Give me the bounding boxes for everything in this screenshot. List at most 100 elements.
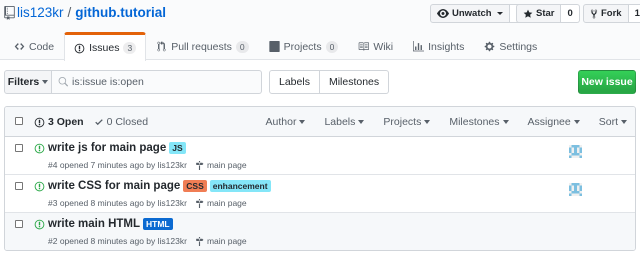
issue-row: write js for main page JS #4 opened 7 mi… [5, 137, 635, 175]
issue-title-line: write CSS for main page CSS enhancement [48, 180, 271, 192]
issue-opened-info: #2 opened 8 minutes ago by lis123kr [48, 236, 187, 246]
repo-icon [4, 5, 15, 20]
assignee-avatar[interactable] [569, 145, 582, 158]
unwatch-label: Unwatch [452, 8, 492, 19]
issue-opened-info: #4 opened 7 minutes ago by lis123kr [48, 160, 187, 170]
fork-button[interactable]: Fork [583, 4, 629, 23]
star-label: Star [536, 8, 555, 19]
select-all-checkbox[interactable] [15, 117, 23, 125]
filter-label: Labels [324, 116, 356, 128]
chevron-down-icon [573, 120, 580, 124]
star-button-group: Star 0 [516, 4, 580, 23]
issue-label[interactable]: HTML [143, 218, 173, 230]
issue-title-link[interactable]: write js for main page [48, 142, 166, 154]
eye-icon [437, 9, 449, 18]
issue-milestone-link[interactable]: main page [195, 236, 247, 246]
labels-filter[interactable]: Labels [324, 116, 365, 128]
code-icon [14, 43, 25, 50]
milestone-icon [196, 160, 204, 170]
issue-title-line: write js for main page JS [48, 142, 186, 154]
assignee-filter[interactable]: Assignee [528, 116, 580, 128]
issue-title-link[interactable]: write main HTML [48, 218, 140, 230]
issue-label[interactable]: JS [169, 142, 186, 154]
issue-label[interactable]: enhancement [209, 180, 271, 192]
closed-count-label: 0 Closed [106, 116, 149, 128]
issue-title-link[interactable]: write CSS for main page [48, 180, 180, 192]
filter-menus: Author Labels Projects Milestones Assign… [266, 107, 627, 137]
repo-title: lis123kr / github.tutorial [4, 5, 166, 20]
tab-insights[interactable]: Insights [403, 32, 474, 60]
open-issues-link[interactable]: 3 Open [34, 116, 84, 128]
milestone-icon [196, 236, 204, 246]
tab-label: Code [29, 40, 55, 53]
issue-row: write CSS for main page CSS enhancement … [5, 175, 635, 213]
issue-title-line: write main HTML HTML [48, 218, 173, 230]
tab-projects[interactable]: Projects 0 [259, 32, 349, 60]
filters-dropdown-button[interactable]: Filters [4, 70, 52, 94]
unwatch-button[interactable]: Unwatch [430, 4, 510, 23]
tab-label: Projects [283, 40, 322, 53]
issue-opened-icon [34, 117, 45, 127]
tab-label: Settings [499, 40, 538, 53]
chevron-down-icon [621, 120, 627, 124]
tab-settings[interactable]: Settings [474, 32, 547, 60]
issue-checkbox[interactable] [15, 144, 23, 152]
gear-icon [485, 41, 495, 52]
chevron-down-icon [496, 12, 503, 15]
book-icon [359, 42, 370, 51]
labels-milestones-group: Labels Milestones [269, 70, 390, 94]
author-filter[interactable]: Author [266, 116, 306, 128]
search-input[interactable] [72, 76, 252, 88]
issues-counter: 3 [123, 42, 137, 54]
tab-wiki[interactable]: Wiki [348, 32, 403, 60]
forks-count[interactable]: 1 [628, 4, 640, 23]
tab-code[interactable]: Code [4, 32, 64, 60]
star-icon [523, 9, 533, 18]
repo-nav-tabs: Code Issues 3 Pull requests 0 Projects 0… [4, 32, 547, 61]
fork-icon [590, 9, 598, 18]
issue-opened-icon [34, 181, 45, 192]
issue-checkbox[interactable] [15, 220, 23, 228]
issue-meta: #3 opened 8 minutes ago by lis123kr main… [48, 198, 247, 208]
milestones-filter[interactable]: Milestones [449, 116, 509, 128]
repo-name-link[interactable]: github.tutorial [75, 5, 166, 20]
pull-request-icon [157, 41, 166, 52]
issue-opened-icon [74, 43, 85, 53]
labels-button[interactable]: Labels [269, 70, 320, 94]
issue-opened-icon [34, 143, 45, 154]
open-count-label: 3 Open [48, 116, 84, 128]
state-toggle: 3 Open 0 Closed [34, 107, 148, 137]
filter-label: Sort [598, 116, 618, 128]
issues-list-header: 3 Open 0 Closed Author Labels Projects M… [5, 107, 635, 137]
repo-owner-link[interactable]: lis123kr [17, 5, 64, 20]
assignee-avatar[interactable] [569, 183, 582, 196]
issue-milestone-link[interactable]: main page [195, 160, 247, 170]
issue-opened-icon [34, 219, 45, 230]
closed-issues-link[interactable]: 0 Closed [94, 116, 148, 128]
tab-label: Issues [89, 42, 120, 54]
new-issue-button[interactable]: New issue [578, 70, 636, 94]
filter-label: Author [265, 116, 297, 128]
chevron-down-icon [358, 120, 365, 124]
projects-filter[interactable]: Projects [383, 116, 431, 128]
stargazers-count[interactable]: 0 [561, 4, 580, 23]
filter-label: Projects [383, 116, 422, 128]
issue-milestone-link[interactable]: main page [195, 198, 247, 208]
filter-label: Assignee [527, 116, 571, 128]
search-box [52, 70, 262, 94]
issue-checkbox[interactable] [15, 182, 23, 190]
milestones-button[interactable]: Milestones [319, 70, 390, 94]
star-button[interactable]: Star [516, 4, 562, 23]
milestone-label: main page [206, 160, 247, 170]
tab-issues[interactable]: Issues 3 [64, 32, 147, 61]
tab-pull-requests[interactable]: Pull requests 0 [146, 32, 258, 60]
chevron-down-icon [299, 120, 306, 124]
sort-filter[interactable]: Sort [599, 116, 627, 128]
tab-label: Wiki [373, 40, 394, 53]
issue-meta: #4 opened 7 minutes ago by lis123kr main… [48, 160, 247, 170]
chevron-down-icon [424, 120, 431, 124]
issue-label[interactable]: CSS [183, 180, 207, 192]
issue-meta: #2 opened 8 minutes ago by lis123kr main… [48, 236, 247, 246]
chevron-down-icon [502, 120, 509, 124]
fork-label: Fork [601, 8, 622, 19]
